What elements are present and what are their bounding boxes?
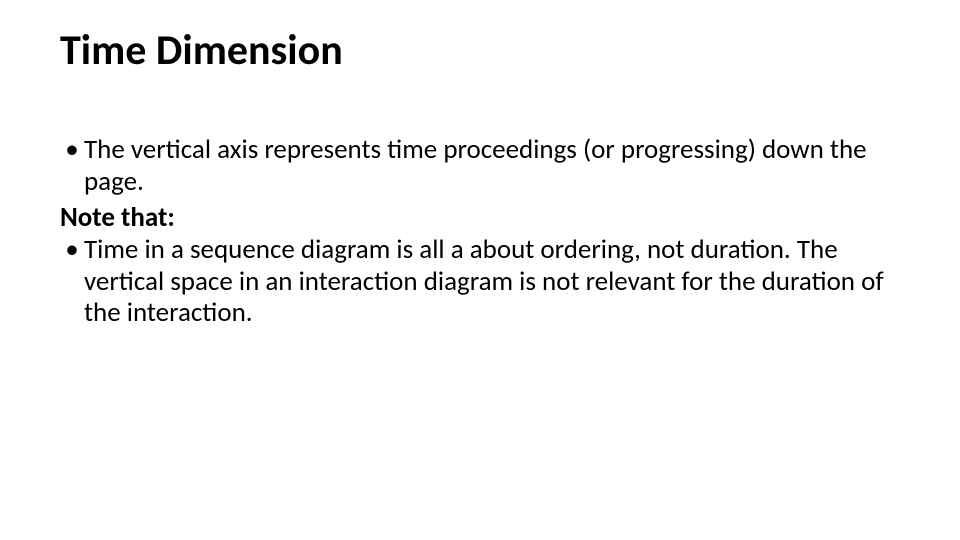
bullet-text: The vertical axis represents time procee… (84, 134, 900, 198)
slide-title: Time Dimension (60, 28, 900, 74)
bullet-icon: • (60, 134, 84, 166)
bullet-text: Time in a sequence diagram is all a abou… (84, 234, 900, 330)
slide-body: • The vertical axis represents time proc… (60, 134, 900, 329)
bullet-icon: • (60, 234, 84, 266)
bullet-item: • Time in a sequence diagram is all a ab… (60, 234, 900, 330)
slide: Time Dimension • The vertical axis repre… (0, 0, 960, 540)
bullet-item: • The vertical axis represents time proc… (60, 134, 900, 198)
note-label: Note that: (60, 202, 900, 234)
